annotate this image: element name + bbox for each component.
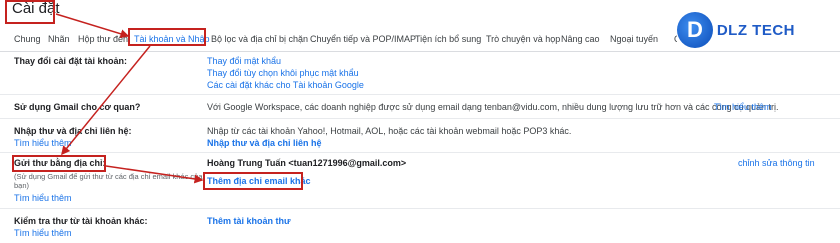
annotation-arrows	[55, 13, 204, 184]
send-as-to-add-arrow	[105, 165, 204, 184]
title-to-tab-arrow	[55, 13, 130, 39]
tab-to-send-as-arrow	[61, 45, 151, 156]
